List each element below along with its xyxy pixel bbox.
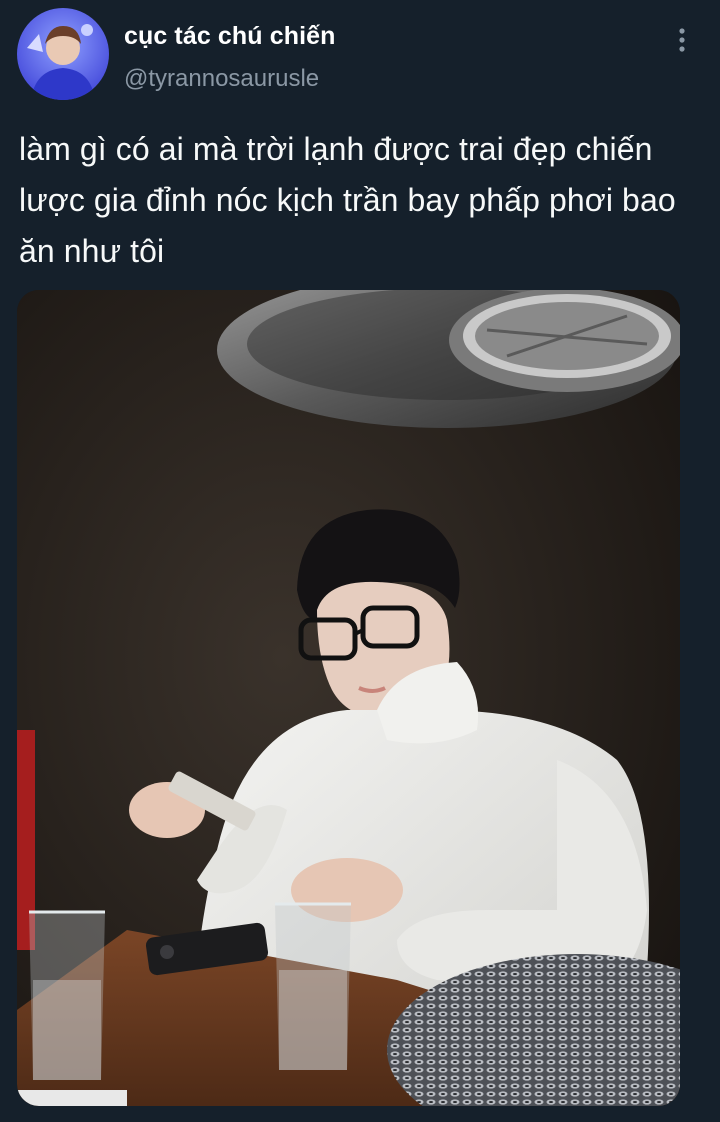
user-handle[interactable]: @tyrannosaurusle [124,65,319,93]
tweet-text-line: ăn như tôi [19,233,165,269]
more-options-button[interactable] [664,22,700,58]
more-vertical-icon [679,28,685,52]
display-name[interactable]: cục tác chú chiến [124,22,336,51]
tweet-photo[interactable] [17,290,680,1106]
avatar[interactable] [17,8,109,100]
tweet-text-line: làm gì có ai mà trời lạnh được trai đẹp … [19,131,653,167]
tweet-text: làm gì có ai mà trời lạnh được trai đẹp … [19,124,719,277]
photo-illustration [17,290,680,1106]
tweet-text-line: lược gia đỉnh nóc kịch trần bay phấp phơ… [19,182,676,218]
tweet-card[interactable]: cục tác chú chiến @tyrannosaurusle làm g… [0,0,720,1122]
